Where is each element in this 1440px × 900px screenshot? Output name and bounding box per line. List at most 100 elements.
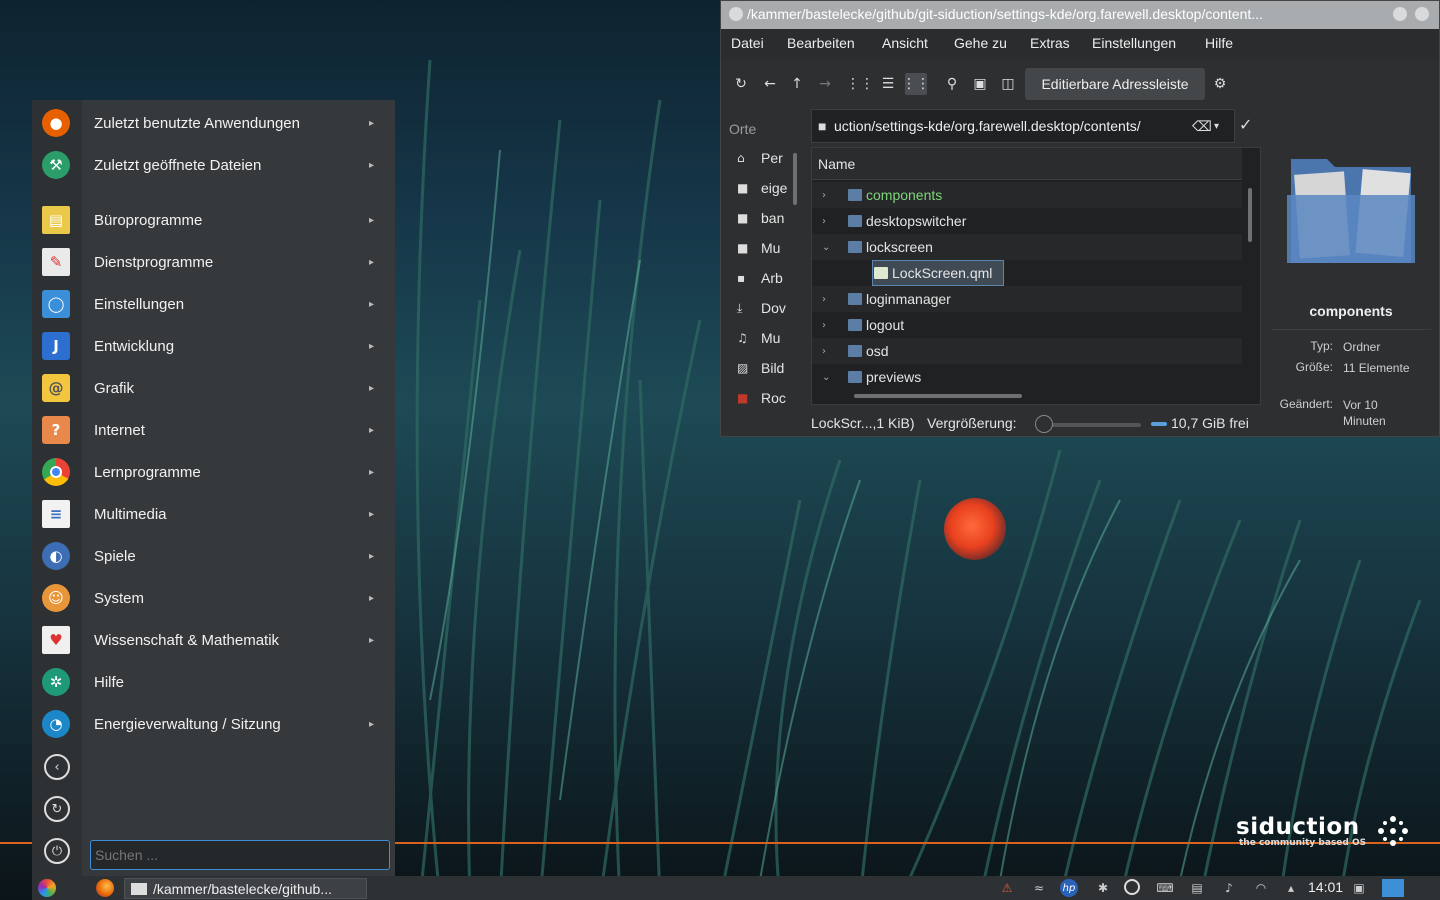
place-item[interactable]: ■ Roc [737, 387, 797, 409]
chevron-right-icon[interactable]: › [822, 346, 836, 357]
chevron-up-icon[interactable]: ▴ [1282, 879, 1300, 897]
chevron-right-icon[interactable]: › [822, 216, 836, 227]
update-icon[interactable] [1124, 879, 1140, 895]
menu-einstellungen[interactable]: Einstellungen [1092, 35, 1176, 51]
shutdown-icon[interactable]: ⏻ [44, 838, 70, 864]
volume-icon[interactable]: ♪ [1220, 879, 1238, 897]
chevron-down-icon[interactable]: ▾ [1214, 121, 1234, 132]
tree-row[interactable]: ⌄ previews [812, 364, 1242, 390]
menu-datei[interactable]: Datei [731, 35, 764, 51]
menu-hilfe[interactable]: Hilfe [1205, 35, 1233, 51]
place-item[interactable]: ■ eige [737, 177, 797, 199]
menu-item-label: Zuletzt benutzte Anwendungen [94, 114, 300, 132]
restart-icon[interactable]: ↻ [44, 796, 70, 822]
up-arrow-icon[interactable]: ↑ [786, 73, 808, 95]
launcher-icon[interactable] [38, 879, 56, 897]
address-field[interactable]: ■ uction/settings-kde/org.farewell.deskt… [811, 109, 1235, 143]
column-header-name[interactable]: Name [812, 148, 1242, 180]
menu-item-help[interactable]: ✲ Hilfe [32, 662, 395, 702]
menu-item-recent-files[interactable]: ⚒ Zuletzt geöffnete Dateien ▸ [32, 145, 395, 185]
information-panel: components Typ: Ordner Größe: 11 Element… [1271, 121, 1439, 431]
editable-address-button[interactable]: Editierbare Adressleiste [1025, 68, 1205, 100]
show-desktop-icon[interactable] [1382, 879, 1404, 897]
menu-item-system[interactable]: ☺ System ▸ [32, 578, 395, 618]
chevron-down-icon[interactable]: ⌄ [822, 242, 836, 253]
preview-icon[interactable]: ▣ [969, 73, 991, 95]
reload-icon[interactable]: ↻ [730, 73, 752, 95]
chevron-right-icon[interactable]: › [822, 320, 836, 331]
menu-item-settings[interactable]: ◯ Einstellungen ▸ [32, 284, 395, 324]
tree-row[interactable]: › osd [812, 338, 1242, 364]
back-icon[interactable]: ‹ [44, 754, 70, 780]
chevron-right-icon[interactable]: › [822, 294, 836, 305]
chevron-right-icon[interactable]: › [822, 190, 836, 201]
clock[interactable]: 14:01 [1308, 879, 1343, 895]
terminal-icon [131, 882, 147, 895]
window-menu-icon[interactable] [729, 7, 743, 21]
clear-icon[interactable]: ⌫ [1192, 118, 1214, 135]
notification-icon[interactable]: ⚠ [998, 879, 1016, 897]
place-item[interactable]: ■ ban [737, 207, 797, 229]
window-titlebar[interactable]: /kammer/bastelecke/github/git-siduction/… [721, 1, 1439, 29]
place-item-music[interactable]: ♫ Mu [737, 327, 797, 349]
place-item[interactable]: ■ Mu [737, 237, 797, 259]
back-arrow-icon[interactable]: ← [759, 73, 781, 95]
menu-item-label: Lernprogramme [94, 463, 201, 481]
desktop-icon: ▪ [737, 271, 746, 285]
menu-item-office[interactable]: ▤ Büroprogramme ▸ [32, 200, 395, 240]
tree-row[interactable]: › desktopswitcher [812, 208, 1242, 234]
notes-icon[interactable]: ▣ [1350, 879, 1368, 897]
minimize-button[interactable] [1393, 7, 1407, 21]
menu-item-development[interactable]: J Entwicklung ▸ [32, 326, 395, 366]
place-item-downloads[interactable]: ⤓ Dov [737, 297, 797, 319]
zoom-slider-track[interactable] [1041, 423, 1141, 427]
tree-row[interactable]: › logout [812, 312, 1242, 338]
chevron-down-icon[interactable]: ⌄ [822, 372, 836, 383]
tree-item-name: loginmanager [866, 291, 951, 307]
places-scrollbar[interactable] [793, 153, 797, 205]
clipboard-icon[interactable]: ▤ [1188, 879, 1206, 897]
place-item-home[interactable]: ⌂ Per [737, 147, 797, 169]
menu-bearbeiten[interactable]: Bearbeiten [787, 35, 855, 51]
taskbar: /kammer/bastelecke/github... ⚠ ≈ hp ✱ ⌨ … [32, 876, 1440, 900]
confirm-icon[interactable]: ✓ [1239, 115, 1252, 134]
menu-item-power-session[interactable]: ◔ Energieverwaltung / Sitzung ▸ [32, 704, 395, 744]
menu-gehe-zu[interactable]: Gehe zu [954, 35, 1007, 51]
menu-item-science[interactable]: ♥ Wissenschaft & Mathematik ▸ [32, 620, 395, 660]
forward-arrow-icon[interactable]: → [814, 73, 836, 95]
close-button[interactable] [1415, 7, 1429, 21]
menu-ansicht[interactable]: Ansicht [882, 35, 928, 51]
details-view-icon[interactable]: ☰ [877, 73, 899, 95]
menu-extras[interactable]: Extras [1030, 35, 1070, 51]
gear-icon[interactable]: ⚙ [1209, 73, 1231, 95]
tree-row[interactable]: ⌄ lockscreen [812, 234, 1242, 260]
tools-icon: ⚒ [42, 151, 70, 179]
keyboard-icon[interactable]: ⌨ [1156, 879, 1174, 897]
menu-item-education[interactable]: Lernprogramme ▸ [32, 452, 395, 492]
menu-item-multimedia[interactable]: ≡ Multimedia ▸ [32, 494, 395, 534]
menu-item-games[interactable]: ◐ Spiele ▸ [32, 536, 395, 576]
split-view-icon[interactable]: ◫ [997, 73, 1019, 95]
zoom-slider-handle[interactable] [1035, 415, 1053, 433]
place-item[interactable]: ▪ Arb [737, 267, 797, 289]
search-input[interactable] [90, 840, 390, 870]
tree-row[interactable]: › loginmanager [812, 286, 1242, 312]
search-icon[interactable]: ⚲ [941, 73, 963, 95]
hp-printer-icon[interactable]: hp [1060, 879, 1078, 897]
tree-view-icon[interactable]: ⋮⋮ [902, 73, 930, 95]
bulb-icon[interactable]: ✱ [1094, 879, 1112, 897]
place-item-pictures[interactable]: ▨ Bild [737, 357, 797, 379]
network-icon[interactable]: ≈ [1030, 879, 1048, 897]
tree-row-selected[interactable]: LockScreen.qml [812, 260, 1242, 286]
firefox-icon[interactable] [96, 879, 114, 897]
icons-view-icon[interactable]: ⋮⋮ [846, 73, 874, 95]
tree-horizontal-scrollbar[interactable] [854, 394, 1022, 398]
tree-vertical-scrollbar[interactable] [1248, 188, 1252, 242]
menu-item-internet[interactable]: ? Internet ▸ [32, 410, 395, 450]
menu-item-recent-apps[interactable]: ● Zuletzt benutzte Anwendungen ▸ [32, 103, 395, 143]
wifi-icon[interactable]: ◠ [1252, 879, 1270, 897]
menu-item-graphics[interactable]: @ Grafik ▸ [32, 368, 395, 408]
menu-item-utilities[interactable]: ✎ Dienstprogramme ▸ [32, 242, 395, 282]
task-dolphin[interactable]: /kammer/bastelecke/github... [124, 878, 367, 899]
tree-row[interactable]: › components [812, 182, 1242, 208]
